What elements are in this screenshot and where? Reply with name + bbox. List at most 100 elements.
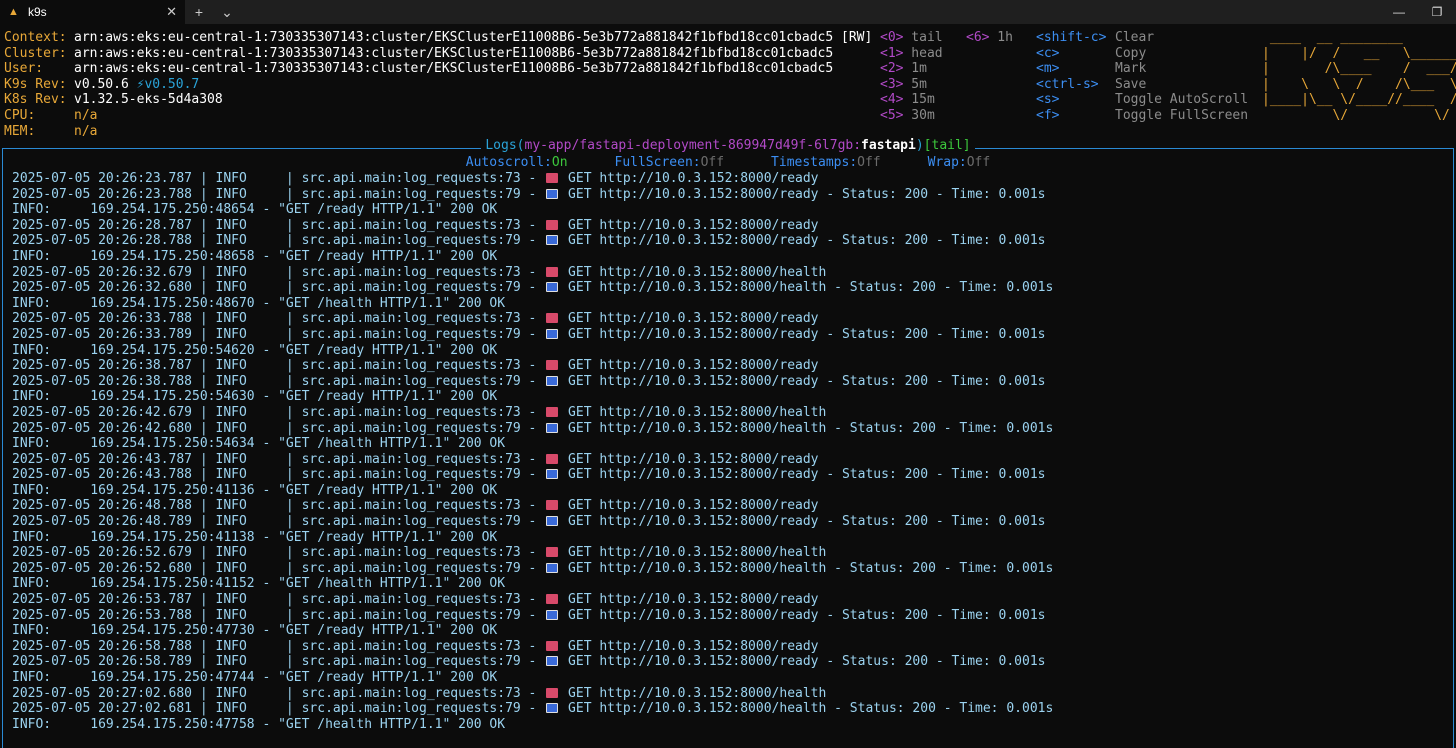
log-text: 2025-07-05 20:27:02.681 | INFO | src.api… [12,701,545,717]
info-label: K9s Rev: [4,76,67,92]
log-line: 2025-07-05 20:27:02.680 | INFO | src.api… [12,686,1442,702]
info-row: User: arn:aws:eks:eu-central-1:7303353071… [4,61,833,77]
log-line: INFO: 169.254.175.250:48658 - "GET /read… [12,249,1442,265]
info-row: Context: arn:aws:eks:eu-central-1:7303353… [4,30,872,46]
timestamps-label: Timestamps: [771,155,858,170]
logo-line: ____ __ ________ [1262,30,1403,45]
log-text: 2025-07-05 20:26:38.787 | INFO | src.api… [12,358,545,374]
hotkey-15m[interactable]: <4> 15m [880,92,935,108]
logo-line: | \ \ / /\___ \ [1262,76,1456,92]
log-line: 2025-07-05 20:26:33.788 | INFO | src.api… [12,311,1442,327]
log-text: GET http://10.0.3.152:8000/ready - Statu… [560,467,1046,483]
new-tab-button[interactable]: + [185,0,213,24]
log-text: GET http://10.0.3.152:8000/health - Stat… [560,420,1054,436]
log-line: 2025-07-05 20:26:53.788 | INFO | src.api… [12,608,1442,624]
action-hotkey[interactable]: <shift-c> Clear [1036,30,1154,46]
outbox-icon [546,188,559,199]
hotkey-key: <5> [880,108,904,123]
log-text: GET http://10.0.3.152:8000/health - Stat… [560,701,1054,717]
log-text: 2025-07-05 20:26:32.680 | INFO | src.api… [12,280,545,296]
outbox-icon [546,375,559,386]
terminal-tab[interactable]: ▲ k9s ✕ [0,0,185,24]
log-line: INFO: 169.254.175.250:48670 - "GET /heal… [12,296,1442,312]
incoming-envelope-icon [546,687,559,698]
incoming-envelope-icon [546,500,559,511]
outbox-icon [546,328,559,339]
fullscreen-value: Off [700,155,725,170]
log-lines[interactable]: 2025-07-05 20:26:23.787 | INFO | src.api… [12,171,1442,732]
log-text: INFO: 169.254.175.250:41152 - "GET /heal… [12,576,506,592]
log-text: 2025-07-05 20:26:23.787 | INFO | src.api… [12,171,545,186]
action-hotkey[interactable]: <m> Mark [1036,61,1146,77]
hotkey-label: Save [1115,76,1147,92]
logs-prefix: Logs( [485,138,525,153]
log-text: INFO: 169.254.175.250:47744 - "GET /read… [12,670,498,685]
log-line: 2025-07-05 20:26:23.787 | INFO | src.api… [12,171,1442,187]
hotkey-tail[interactable]: <0> tail [880,30,943,46]
pod-path: my-app/fastapi-deployment-869947d49f-6l7… [524,138,862,153]
log-text: 2025-07-05 20:26:38.788 | INFO | src.api… [12,373,545,389]
log-line: 2025-07-05 20:26:28.787 | INFO | src.api… [12,218,1442,234]
hotkey-30m[interactable]: <5> 30m [880,108,935,124]
info-label: Cluster: [4,45,67,61]
hotkey-5m[interactable]: <3> 5m [880,77,927,93]
info-label: K8s Rev: [4,92,67,108]
log-text: GET http://10.0.3.152:8000/health - Stat… [560,560,1054,576]
info-row: K8s Rev: v1.32.5-eks-5d4a308 [4,92,223,108]
hotkey-key: <3> [880,76,904,92]
log-text: 2025-07-05 20:26:58.788 | INFO | src.api… [12,638,545,654]
log-text: 2025-07-05 20:26:42.679 | INFO | src.api… [12,404,545,420]
k9s-header: Context: arn:aws:eks:eu-central-1:7303353… [0,24,1456,141]
action-hotkey[interactable]: <s> Toggle AutoScroll [1036,92,1248,108]
log-text: GET http://10.0.3.152:8000/ready [560,217,819,233]
log-text: INFO: 169.254.175.250:48654 - "GET /read… [12,202,498,218]
action-hotkey[interactable]: <f> Toggle FullScreen [1036,108,1248,124]
log-text: 2025-07-05 20:26:43.787 | INFO | src.api… [12,451,545,467]
info-row: K9s Rev: v0.50.6 ⚡v0.50.7 [4,77,199,93]
log-line: INFO: 169.254.175.250:47730 - "GET /read… [12,623,1442,639]
log-text: GET http://10.0.3.152:8000/ready [560,451,819,467]
hotkey-key: <2> [880,61,904,77]
log-line: 2025-07-05 20:26:38.787 | INFO | src.api… [12,358,1442,374]
hotkey-head[interactable]: <1> head [880,46,943,62]
close-tab-icon[interactable]: ✕ [166,4,177,20]
outbox-icon [546,562,559,573]
log-text: GET http://10.0.3.152:8000/ready - Statu… [560,373,1046,389]
log-line: 2025-07-05 20:26:32.680 | INFO | src.api… [12,280,1442,296]
log-line: 2025-07-05 20:26:58.789 | INFO | src.api… [12,654,1442,670]
log-line: INFO: 169.254.175.250:54620 - "GET /read… [12,343,1442,359]
log-text: 2025-07-05 20:26:33.788 | INFO | src.api… [12,311,545,327]
hotkey-key: <0> [880,30,904,45]
log-text: INFO: 169.254.175.250:54630 - "GET /read… [12,389,498,405]
minimize-button[interactable]: — [1380,0,1418,24]
log-line: INFO: 169.254.175.250:41152 - "GET /heal… [12,576,1442,592]
action-hotkey[interactable]: <c> Copy [1036,46,1146,62]
hotkey-label: Mark [1115,61,1147,77]
wrap-value: Off [966,155,991,170]
log-status-bar: Autoscroll:On FullScreen:Off Timestamps:… [0,155,1456,171]
log-text: INFO: 169.254.175.250:41136 - "GET /read… [12,482,498,498]
info-label: User: [4,61,44,77]
title-bar: ▲ k9s ✕ + ⌄ — ❐ [0,0,1456,24]
hotkey-label: 15m [903,92,935,108]
log-text: INFO: 169.254.175.250:41138 - "GET /read… [12,529,498,545]
action-hotkey[interactable]: <ctrl-s> Save [1036,77,1146,93]
log-line: INFO: 169.254.175.250:41138 - "GET /read… [12,530,1442,546]
log-text: GET http://10.0.3.152:8000/ready [560,171,819,186]
hotkey-key: <shift-c> [1036,30,1107,45]
log-text: 2025-07-05 20:26:52.680 | INFO | src.api… [12,560,545,576]
autoscroll-label: Autoscroll: [465,155,552,170]
hotkey-1h[interactable]: <6> 1h [966,30,1013,46]
maximize-button[interactable]: ❐ [1418,0,1456,24]
hotkey-1m[interactable]: <2> 1m [880,61,927,77]
outbox-icon [546,609,559,620]
tab-dropdown-button[interactable]: ⌄ [213,0,241,24]
log-text: 2025-07-05 20:26:42.680 | INFO | src.api… [12,420,545,436]
log-text: 2025-07-05 20:26:48.788 | INFO | src.api… [12,498,545,514]
log-text: GET http://10.0.3.152:8000/ready - Statu… [560,607,1046,623]
log-line: 2025-07-05 20:26:33.789 | INFO | src.api… [12,327,1442,343]
logo-line: | |/ / __ \______ [1262,45,1456,61]
log-text: 2025-07-05 20:26:52.679 | INFO | src.api… [12,545,545,561]
info-row: MEM: n/a [4,124,97,140]
incoming-envelope-icon [546,547,559,558]
